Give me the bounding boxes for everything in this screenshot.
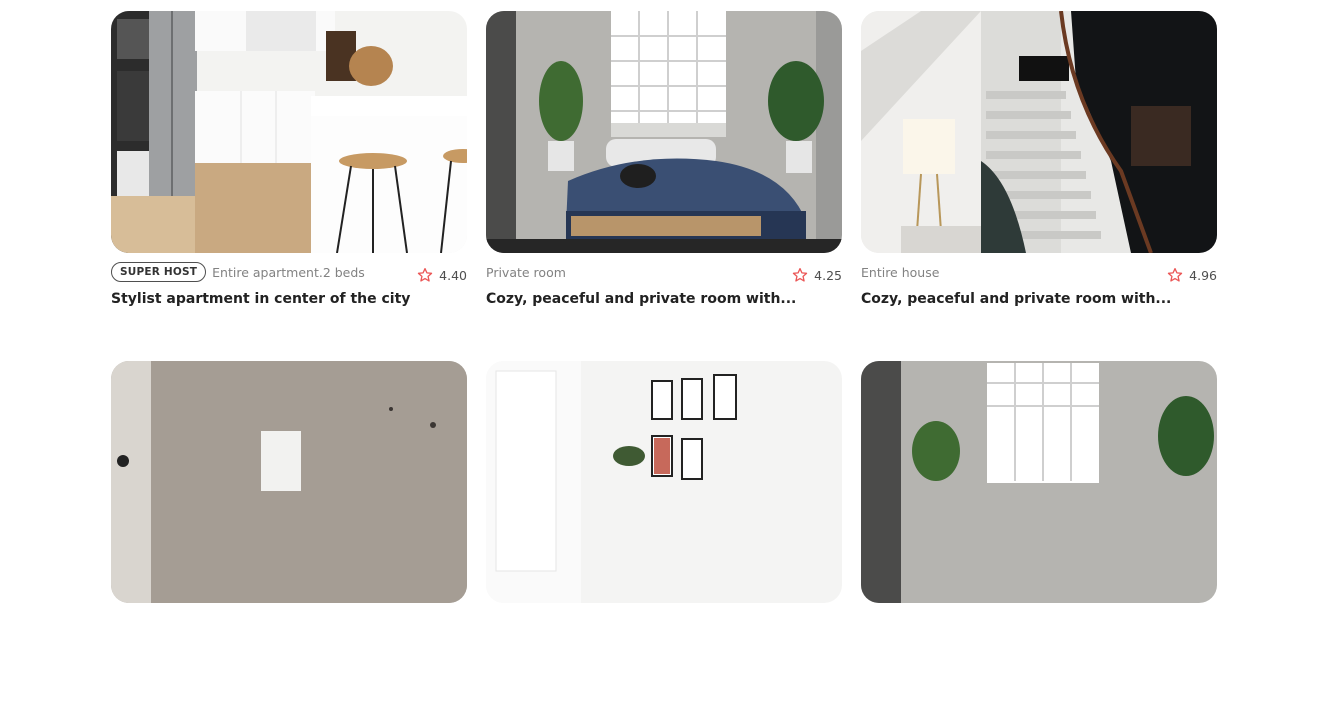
rating-value: 4.25 [814, 267, 842, 283]
bedroom-photo[interactable] [486, 11, 842, 253]
listing-rating: 4.25 [792, 267, 842, 283]
listing-meta-left: Private room [486, 265, 566, 280]
listing-type: Private room [486, 264, 566, 280]
listings-grid: SUPER HOST Entire apartment.2 beds 4.40 … [111, 11, 1217, 711]
bedroom-window-photo[interactable] [861, 361, 1217, 603]
listing-type: Entire house [861, 264, 940, 280]
listing-card[interactable]: Private room 4.25 Cozy, peaceful and pri… [486, 11, 842, 361]
frames-wall-photo[interactable] [486, 361, 842, 603]
listing-card[interactable] [486, 361, 842, 711]
listing-type: Entire apartment.2 beds [212, 264, 365, 280]
listing-title[interactable]: Cozy, peaceful and private room with... [486, 291, 842, 307]
listing-meta: SUPER HOST Entire apartment.2 beds 4.40 [111, 261, 467, 283]
listing-meta-left: Entire house [861, 265, 939, 280]
star-icon [417, 268, 433, 282]
listing-rating: 4.96 [1167, 267, 1217, 283]
super-host-badge: SUPER HOST [111, 262, 207, 282]
star-icon [1167, 268, 1183, 282]
rating-value: 4.96 [1189, 267, 1217, 283]
concrete-wall-photo[interactable] [111, 361, 467, 603]
star-icon [792, 268, 808, 282]
listing-title[interactable]: Stylist apartment in center of the city [111, 291, 467, 307]
listing-card[interactable] [861, 361, 1217, 711]
listing-card[interactable]: Entire house 4.96 Cozy, peaceful and pri… [861, 11, 1217, 361]
listing-meta-left: SUPER HOST Entire apartment.2 beds [111, 262, 365, 282]
listing-card[interactable] [111, 361, 467, 711]
listing-meta: Private room 4.25 [486, 261, 842, 283]
listing-rating: 4.40 [417, 267, 467, 283]
kitchen-photo[interactable] [111, 11, 467, 253]
listing-meta: Entire house 4.96 [861, 261, 1217, 283]
rating-value: 4.40 [439, 267, 467, 283]
staircase-photo[interactable] [861, 11, 1217, 253]
listing-title[interactable]: Cozy, peaceful and private room with... [861, 291, 1217, 307]
listing-card[interactable]: SUPER HOST Entire apartment.2 beds 4.40 … [111, 11, 467, 361]
